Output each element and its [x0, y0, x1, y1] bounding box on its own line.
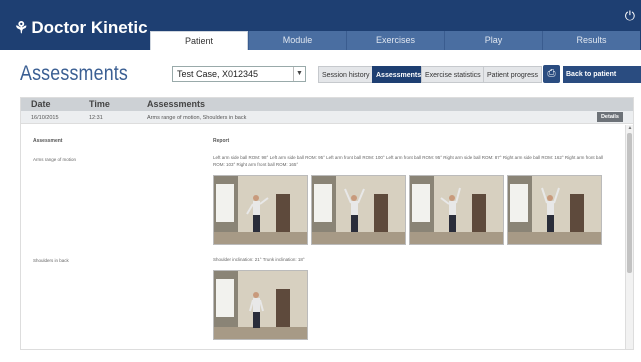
patient-progress-button[interactable]: Patient progress	[483, 66, 542, 83]
scroll-up-icon[interactable]: ▲	[626, 125, 634, 132]
exercise-photo-3[interactable]	[409, 175, 504, 245]
exercise-photo-1[interactable]	[213, 175, 308, 245]
tab-exercises[interactable]: Exercises	[346, 31, 444, 50]
row-assessments: Arms range of motion, Shoulders in back	[147, 115, 247, 121]
exercise-photo-4[interactable]	[507, 175, 602, 245]
row-time: 12:31	[89, 115, 103, 121]
assessment-name-shoulders: Shoulders in back	[33, 258, 69, 263]
row-date: 16/10/2015	[31, 115, 59, 121]
column-header-assessments: Assessments	[147, 99, 206, 109]
report-text-shoulders: Shoulder inclination: 21° Trunk inclinat…	[213, 257, 305, 262]
app-logo[interactable]: ⚘ Doctor Kinetic	[14, 18, 148, 38]
tab-play[interactable]: Play	[444, 31, 542, 50]
printer-icon: ⎙	[547, 68, 556, 79]
power-icon[interactable]: ⏻	[625, 8, 635, 24]
page-title: Assessments	[20, 62, 129, 85]
tab-results[interactable]: Results	[542, 31, 640, 50]
assessment-name-arms: Arms range of motion	[33, 157, 77, 162]
column-header-time: Time	[89, 99, 110, 109]
table-row[interactable]: 16/10/2015 12:31 Arms range of motion, S…	[21, 111, 633, 124]
session-history-button[interactable]: Session history	[318, 66, 374, 83]
chevron-down-icon[interactable]: ▼	[293, 67, 305, 81]
assessment-detail: Assessment Report Arms range of motion L…	[21, 125, 625, 349]
assessments-table: Date Time Assessments 16/10/2015 12:31 A…	[20, 97, 634, 350]
doctor-kinetic-logo-icon: ⚘	[14, 20, 29, 37]
exercise-statistics-button[interactable]: Exercise statistics	[421, 66, 485, 83]
print-button[interactable]: ⎙	[543, 65, 560, 83]
details-button[interactable]: Details	[596, 112, 623, 122]
scrollbar-thumb[interactable]	[627, 133, 632, 273]
vertical-scrollbar[interactable]: ▲	[625, 125, 633, 349]
tab-module[interactable]: Module	[248, 31, 346, 50]
column-header-date: Date	[31, 99, 51, 109]
top-navigation-bar: ⚘ Doctor Kinetic ⏻ Patient Module Exerci…	[0, 0, 641, 50]
main-tabs: Patient Module Exercises Play Results	[150, 31, 640, 50]
back-to-patient-button[interactable]: Back to patient screen	[563, 66, 641, 95]
patient-select[interactable]: Test Case, X012345 ▼	[172, 66, 306, 82]
exercise-photo-2[interactable]	[311, 175, 406, 245]
app-logo-text: Doctor Kinetic	[31, 18, 148, 37]
assessments-button[interactable]: Assessments	[372, 66, 426, 83]
report-text-arms: Left arm side ball ROM: 98° Left arm sid…	[213, 155, 603, 167]
report-column-header: Report	[213, 138, 230, 144]
tab-patient[interactable]: Patient	[150, 31, 248, 50]
exercise-photo-5[interactable]	[213, 270, 308, 340]
table-header: Date Time Assessments	[21, 98, 633, 111]
patient-select-value: Test Case, X012345	[177, 69, 259, 79]
assessment-column-header: Assessment	[33, 138, 63, 144]
